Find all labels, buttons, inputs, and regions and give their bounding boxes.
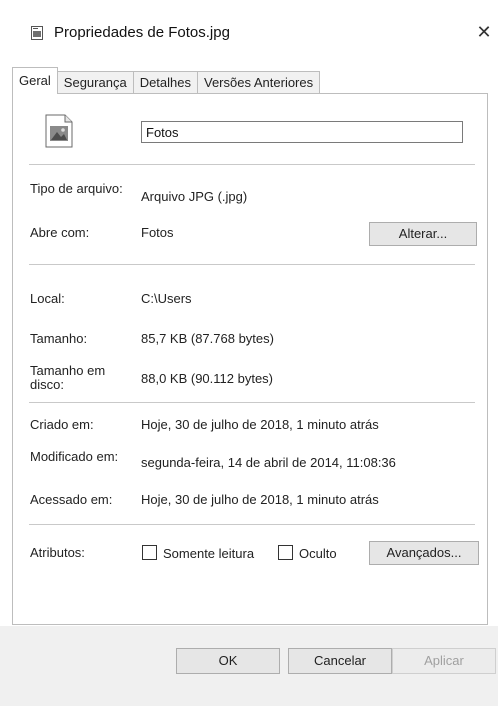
size-value: 85,7 KB (87.768 bytes)	[141, 331, 274, 346]
ok-button[interactable]: OK	[176, 648, 280, 674]
size-label: Tamanho:	[30, 331, 88, 346]
opens-with-value: Fotos	[141, 225, 174, 240]
accessed-value: Hoje, 30 de julho de 2018, 1 minuto atrá…	[141, 492, 379, 507]
tab-geral[interactable]: Geral	[12, 67, 58, 94]
created-label: Criado em:	[30, 417, 94, 432]
properties-dialog: Propriedades de Fotos.jpg ✕ Geral Segura…	[0, 0, 498, 706]
modified-label: Modificado em:	[30, 449, 119, 464]
image-file-icon	[43, 114, 75, 148]
accessed-label: Acessado em:	[30, 492, 113, 507]
dialog-footer: OK Cancelar Aplicar	[0, 626, 498, 706]
tab-strip: Geral Segurança Detalhes Versões Anterio…	[12, 66, 321, 94]
tab-versoes-anteriores[interactable]: Versões Anteriores	[197, 71, 321, 94]
opens-with-label: Abre com:	[30, 225, 90, 240]
title-bar: Propriedades de Fotos.jpg ✕	[0, 0, 498, 56]
created-value: Hoje, 30 de julho de 2018, 1 minuto atrá…	[141, 417, 379, 432]
close-button[interactable]: ✕	[472, 18, 496, 46]
location-label: Local:	[30, 291, 65, 306]
file-type-value: Arquivo JPG (.jpg)	[141, 189, 248, 204]
cancel-button[interactable]: Cancelar	[288, 648, 392, 674]
divider	[29, 164, 475, 165]
close-icon: ✕	[476, 22, 492, 42]
file-properties-icon	[30, 26, 44, 40]
divider	[29, 402, 475, 403]
file-type-label: Tipo de arquivo:	[30, 181, 123, 196]
attributes-label: Atributos:	[30, 545, 85, 560]
tab-seguranca[interactable]: Segurança	[56, 71, 134, 94]
hidden-checkbox[interactable]	[278, 545, 293, 560]
readonly-label[interactable]: Somente leitura	[163, 546, 254, 561]
hidden-label[interactable]: Oculto	[299, 546, 337, 561]
modified-value: segunda-feira, 14 de abril de 2014, 11:0…	[141, 455, 396, 470]
location-value: C:\Users	[141, 291, 192, 306]
change-button[interactable]: Alterar...	[369, 222, 477, 246]
readonly-checkbox[interactable]	[142, 545, 157, 560]
size-on-disk-label: Tamanho em disco:	[30, 363, 106, 392]
divider	[29, 264, 475, 265]
general-panel: Tipo de arquivo: Arquivo JPG (.jpg) Abre…	[12, 93, 488, 625]
file-name-input[interactable]	[141, 121, 463, 143]
divider	[29, 524, 475, 525]
window-title: Propriedades de Fotos.jpg	[54, 24, 230, 41]
size-on-disk-value: 88,0 KB (90.112 bytes)	[141, 371, 274, 386]
tab-detalhes[interactable]: Detalhes	[132, 71, 198, 94]
apply-button[interactable]: Aplicar	[392, 648, 496, 674]
advanced-button[interactable]: Avançados...	[369, 541, 479, 565]
